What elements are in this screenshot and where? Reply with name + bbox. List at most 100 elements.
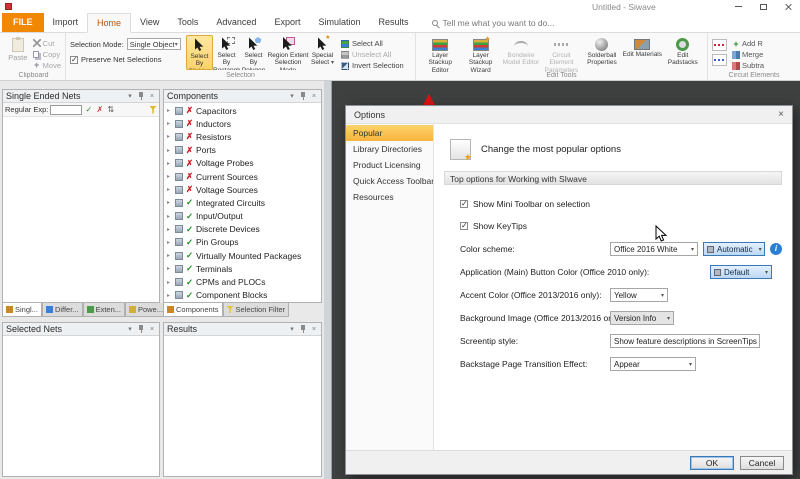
component-tree-item[interactable]: ▸ ✗ Inductors	[164, 117, 321, 130]
apply-filter-check-icon[interactable]: ✓	[84, 105, 93, 115]
options-nav-item[interactable]: Popular	[346, 125, 433, 141]
expand-arrow-icon[interactable]: ▸	[167, 147, 173, 154]
components-panel-tab[interactable]: Selection Filter	[223, 303, 290, 317]
chevron-down-icon[interactable]: ▾	[288, 325, 296, 334]
component-filter-mark[interactable]: ✓	[185, 263, 194, 274]
component-tree-item[interactable]: ▸ ✗ Voltage Sources	[164, 183, 321, 196]
close-panel-icon[interactable]: ×	[310, 92, 318, 101]
component-filter-mark[interactable]: ✓	[185, 237, 194, 248]
selected-nets-list[interactable]	[3, 336, 159, 476]
ribbon-tab[interactable]: Tools	[168, 13, 207, 32]
edit-tool-button[interactable]: Layer Stackup Wizard	[460, 35, 500, 74]
component-tree-item[interactable]: ▸ ✗ Capacitors	[164, 104, 321, 117]
ribbon-tab[interactable]: Import	[44, 13, 88, 32]
regex-input[interactable]	[50, 105, 82, 115]
dialog-close-icon[interactable]: ×	[778, 110, 784, 120]
chevron-down-icon[interactable]: ▾	[288, 92, 296, 101]
expand-arrow-icon[interactable]: ▸	[167, 107, 173, 114]
component-tree-item[interactable]: ▸ ✓ Discrete Devices	[164, 223, 321, 236]
sort-updown-icon[interactable]: ⇅	[106, 105, 115, 115]
options-nav-item[interactable]: Resources	[346, 189, 433, 205]
file-tab[interactable]: FILE	[2, 13, 44, 32]
close-panel-icon[interactable]: ×	[310, 325, 318, 334]
nets-panel-tab[interactable]: Exten...	[83, 303, 125, 317]
preserve-net-selections-checkbox[interactable]: Preserve Net Selections	[70, 55, 186, 64]
component-filter-mark[interactable]: ✗	[185, 118, 194, 129]
single-ended-nets-list[interactable]	[3, 117, 159, 302]
component-filter-mark[interactable]: ✗	[185, 145, 194, 156]
chevron-down-icon[interactable]: ▾	[126, 92, 134, 101]
component-tree-item[interactable]: ▸ ✓ Pin Groups	[164, 236, 321, 249]
results-list[interactable]	[164, 336, 321, 476]
component-tree-item[interactable]: ▸ ✓ Integrated Circuits	[164, 196, 321, 209]
circuit-element-button[interactable]: Merge	[732, 50, 764, 59]
ok-button[interactable]: OK	[690, 456, 734, 470]
color-scheme-dropdown[interactable]: Office 2016 White ▾	[610, 242, 698, 256]
accent-color-dropdown[interactable]: Yellow ▾	[610, 288, 668, 302]
ribbon-tab[interactable]: View	[131, 13, 168, 32]
nets-panel-tab[interactable]: Powe...	[125, 303, 167, 317]
expand-arrow-icon[interactable]: ▸	[167, 120, 173, 127]
circuit-element-button[interactable]: Subtra	[732, 61, 764, 70]
ribbon-tab[interactable]: Advanced	[207, 13, 265, 32]
component-tree-item[interactable]: ▸ ✓ Input/Output	[164, 210, 321, 223]
backstage-transition-dropdown[interactable]: Appear ▾	[610, 357, 696, 371]
expand-arrow-icon[interactable]: ▸	[167, 252, 173, 259]
close-panel-icon[interactable]: ×	[148, 92, 156, 101]
component-filter-mark[interactable]: ✗	[185, 184, 194, 195]
selection-side-button[interactable]: Invert Selection	[341, 61, 404, 70]
app-button-color-dropdown[interactable]: Default ▾	[710, 265, 772, 279]
edit-tool-button[interactable]: Circuit Element Parameters	[541, 35, 581, 74]
component-tree-item[interactable]: ▸ ✓ Terminals	[164, 262, 321, 275]
clipboard-mini-button[interactable]: Cut	[33, 38, 61, 48]
component-tree-item[interactable]: ▸ ✓ CPMs and PLOCs	[164, 275, 321, 288]
edit-tool-button[interactable]: Layer Stackup Editor	[420, 35, 460, 74]
pin-icon[interactable]	[299, 92, 307, 101]
clipboard-mini-button[interactable]: Move	[33, 60, 61, 70]
maximize-button[interactable]	[757, 2, 769, 11]
filter-funnel-icon[interactable]	[149, 106, 157, 114]
component-filter-mark[interactable]: ✓	[185, 277, 194, 288]
expand-arrow-icon[interactable]: ▸	[167, 239, 173, 246]
ribbon-tab[interactable]: Export	[265, 13, 309, 32]
expand-arrow-icon[interactable]: ▸	[167, 186, 173, 193]
pin-icon[interactable]	[137, 325, 145, 334]
selection-mode-dropdown[interactable]: Single Object ▾	[127, 38, 181, 50]
selection-tool-button[interactable]: Select By Polygon ▾	[240, 35, 267, 70]
info-icon[interactable]: i	[770, 243, 782, 255]
close-panel-icon[interactable]: ×	[148, 325, 156, 334]
expand-arrow-icon[interactable]: ▸	[167, 199, 173, 206]
minimize-button[interactable]	[732, 2, 744, 11]
canvas-scrollbar[interactable]	[324, 81, 332, 479]
component-filter-mark[interactable]: ✗	[185, 158, 194, 169]
expand-arrow-icon[interactable]: ▸	[167, 265, 173, 272]
pin-icon[interactable]	[137, 92, 145, 101]
expand-arrow-icon[interactable]: ▸	[167, 226, 173, 233]
cancel-button[interactable]: Cancel	[740, 456, 784, 470]
selection-tool-button[interactable]: Select By Clicking ▾	[186, 35, 213, 70]
component-filter-mark[interactable]: ✗	[185, 171, 194, 182]
ribbon-tab[interactable]: Home	[87, 13, 131, 33]
options-nav-item[interactable]: Library Directories	[346, 141, 433, 157]
component-filter-mark[interactable]: ✓	[185, 211, 194, 222]
component-filter-mark[interactable]: ✓	[185, 290, 194, 301]
edit-tool-button[interactable]: Bondwire Model Editor	[501, 35, 541, 74]
paste-button[interactable]: Paste	[6, 35, 30, 70]
expand-arrow-icon[interactable]: ▸	[167, 292, 173, 299]
tell-me-search[interactable]: Tell me what you want to do...	[432, 13, 555, 32]
option-checkbox[interactable]: Show Mini Toolbar on selection	[460, 198, 784, 210]
selection-side-button[interactable]: Select All	[341, 39, 404, 48]
expand-arrow-icon[interactable]: ▸	[167, 133, 173, 140]
component-tree-item[interactable]: ▸ ✗ Resistors	[164, 130, 321, 143]
option-checkbox[interactable]: Show KeyTips	[460, 220, 784, 232]
layout-canvas[interactable]: Options × Popular Library Directories Pr…	[324, 81, 800, 479]
edit-tool-button[interactable]: Edit Padstacks	[663, 35, 703, 74]
selection-tool-button[interactable]: Select By Rectangle ▾	[213, 35, 240, 70]
expand-arrow-icon[interactable]: ▸	[167, 160, 173, 167]
clear-filter-cross-icon[interactable]: ✗	[95, 105, 104, 115]
nets-panel-tab[interactable]: Differ...	[42, 303, 83, 317]
clipboard-mini-button[interactable]: Copy	[33, 49, 61, 59]
component-filter-mark[interactable]: ✓	[185, 197, 194, 208]
background-image-dropdown[interactable]: Version Info ▾	[610, 311, 674, 325]
component-tree-item[interactable]: ▸ ✗ Current Sources	[164, 170, 321, 183]
